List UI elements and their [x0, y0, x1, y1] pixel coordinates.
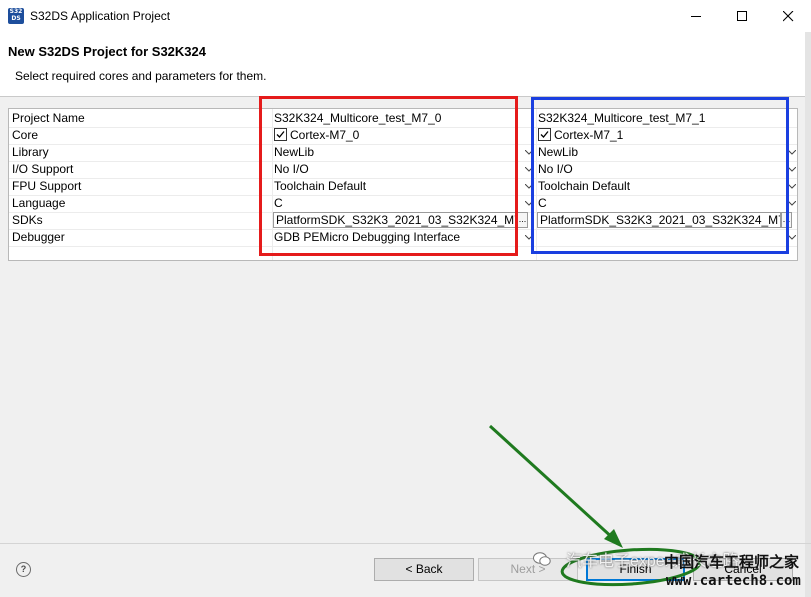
wizard-header: New S32DS Project for S32K324 Select req… [0, 32, 811, 96]
watermark-site-url: www.cartech8.com [666, 573, 801, 589]
m7-1-highlight-box [531, 97, 789, 254]
background-window-edge [805, 32, 811, 597]
row-label: FPU Support [12, 179, 82, 193]
page-description: Select required cores and parameters for… [15, 69, 267, 83]
row-label: SDKs [12, 213, 43, 227]
m7-0-highlight-box [259, 96, 518, 256]
wechat-icon [533, 552, 551, 566]
row-label: Core [12, 128, 39, 142]
maximize-button[interactable] [719, 0, 765, 32]
row-label: Project Name [12, 111, 85, 125]
s32ds-app-icon: S32 DS [8, 8, 24, 24]
maximize-icon [737, 11, 747, 21]
minimize-button[interactable] [673, 0, 719, 32]
minimize-icon [691, 16, 701, 17]
page-title: New S32DS Project for S32K324 [8, 44, 206, 59]
sdk-m7-0-browse-button[interactable]: ... [517, 212, 528, 228]
window-title: S32DS Application Project [30, 9, 171, 23]
close-button[interactable] [765, 0, 811, 32]
watermark-site-name: 中国汽车工程师之家 [664, 554, 800, 571]
row-label: Language [12, 196, 66, 210]
row-label: Debugger [12, 230, 65, 244]
row-label: I/O Support [12, 162, 74, 176]
close-icon [783, 11, 794, 22]
annotation-arrow-head [604, 529, 623, 548]
annotation-arrow-line [488, 424, 617, 542]
title-bar: S32 DS S32DS Application Project [0, 0, 811, 32]
row-label: Library [12, 145, 49, 159]
back-button[interactable]: < Back [374, 558, 474, 581]
next-button[interactable]: Next > [478, 558, 578, 581]
button-bar-divider [0, 543, 811, 544]
help-icon[interactable]: ? [16, 562, 31, 577]
